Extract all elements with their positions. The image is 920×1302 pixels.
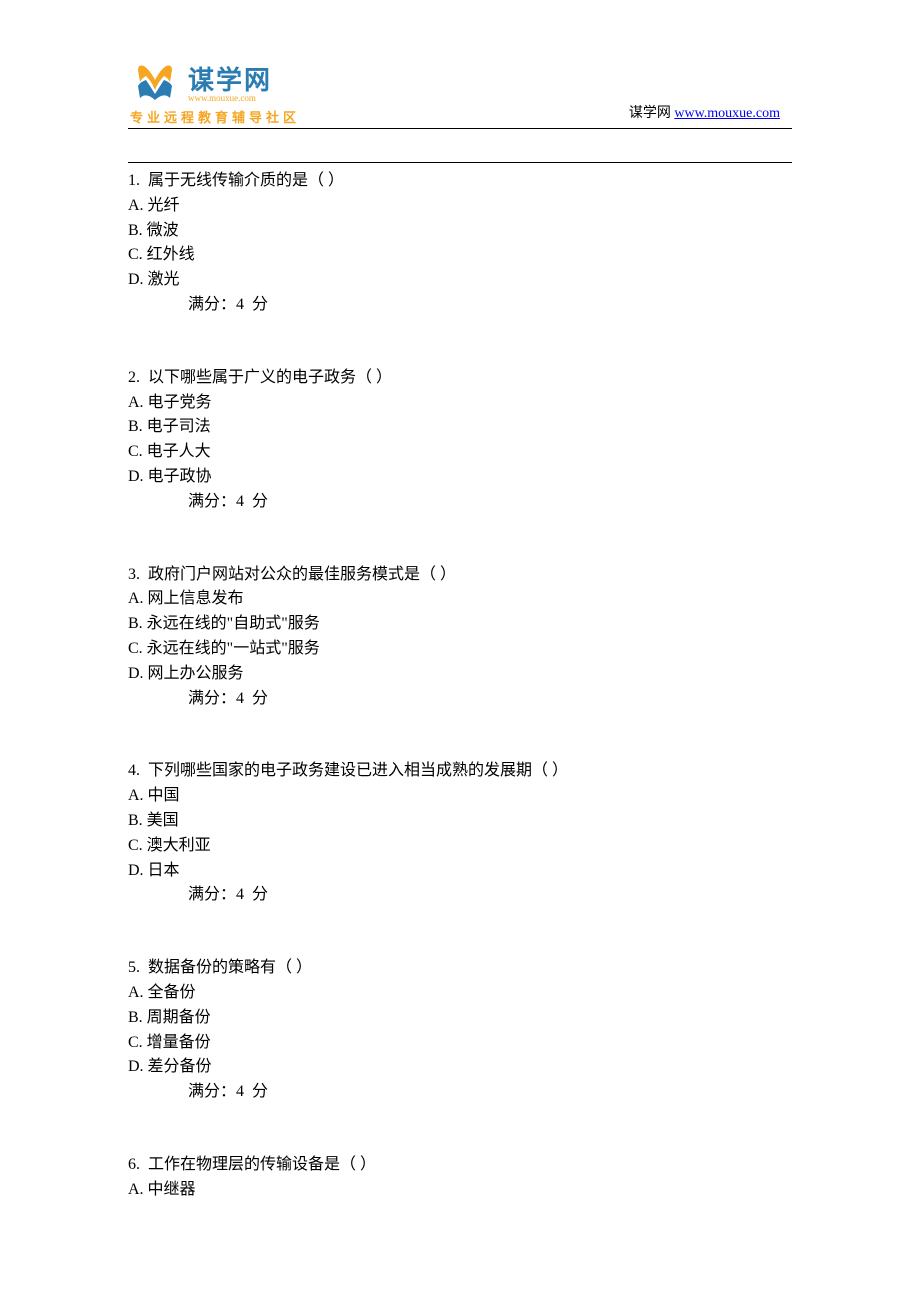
option-line: A. 全备份: [128, 981, 792, 1006]
content-area: 1. 属于无线传输介质的是（ ）A. 光纤B. 微波C. 红外线D. 激光满分：…: [128, 162, 792, 1203]
score-line: 满分：4 分: [128, 293, 792, 318]
score-line: 满分：4 分: [128, 883, 792, 908]
question-text: 1. 属于无线传输介质的是（ ）: [128, 169, 792, 194]
header-divider: [128, 128, 792, 129]
option-line: C. 红外线: [128, 243, 792, 268]
option-line: C. 澳大利亚: [128, 834, 792, 859]
option-line: A. 中继器: [128, 1178, 792, 1203]
option-line: A. 光纤: [128, 194, 792, 219]
question-block: 1. 属于无线传输介质的是（ ）A. 光纤B. 微波C. 红外线D. 激光满分：…: [128, 169, 792, 318]
header-right: 谋学网 www.mouxue.com: [629, 102, 780, 122]
logo-icon: [130, 62, 180, 102]
logo-chinese: 谋学网: [188, 60, 272, 97]
question-text: 3. 政府门户网站对公众的最佳服务模式是（ ）: [128, 563, 792, 588]
logo-subtitle: 专业远程教育辅导社区: [130, 107, 300, 126]
question-text: 4. 下列哪些国家的电子政务建设已进入相当成熟的发展期（ ）: [128, 759, 792, 784]
option-line: B. 微波: [128, 219, 792, 244]
option-line: D. 日本: [128, 859, 792, 884]
option-line: C. 增量备份: [128, 1031, 792, 1056]
option-line: A. 中国: [128, 784, 792, 809]
option-line: C. 永远在线的"一站式"服务: [128, 637, 792, 662]
option-line: D. 激光: [128, 268, 792, 293]
content-top-line: [128, 162, 792, 163]
option-line: D. 差分备份: [128, 1055, 792, 1080]
score-line: 满分：4 分: [128, 1080, 792, 1105]
option-line: B. 永远在线的"自助式"服务: [128, 612, 792, 637]
option-line: A. 网上信息发布: [128, 587, 792, 612]
question-block: 2. 以下哪些属于广义的电子政务（ ）A. 电子党务B. 电子司法C. 电子人大…: [128, 366, 792, 515]
questions-container: 1. 属于无线传输介质的是（ ）A. 光纤B. 微波C. 红外线D. 激光满分：…: [128, 169, 792, 1203]
question-text: 5. 数据备份的策略有（ ）: [128, 956, 792, 981]
option-line: B. 电子司法: [128, 415, 792, 440]
logo-text-block: 谋学网 www.mouxue.com: [188, 60, 272, 103]
option-line: D. 网上办公服务: [128, 662, 792, 687]
logo: 谋学网 www.mouxue.com: [130, 60, 300, 103]
header-site-name: 谋学网: [629, 106, 671, 121]
score-line: 满分：4 分: [128, 490, 792, 515]
question-block: 6. 工作在物理层的传输设备是（ ）A. 中继器: [128, 1153, 792, 1203]
score-line: 满分：4 分: [128, 687, 792, 712]
question-block: 4. 下列哪些国家的电子政务建设已进入相当成熟的发展期（ ）A. 中国B. 美国…: [128, 759, 792, 908]
question-block: 5. 数据备份的策略有（ ）A. 全备份B. 周期备份C. 增量备份D. 差分备…: [128, 956, 792, 1105]
option-line: B. 美国: [128, 809, 792, 834]
question-text: 2. 以下哪些属于广义的电子政务（ ）: [128, 366, 792, 391]
page-header: 谋学网 www.mouxue.com 专业远程教育辅导社区 谋学网 www.mo…: [130, 60, 790, 130]
question-text: 6. 工作在物理层的传输设备是（ ）: [128, 1153, 792, 1178]
question-block: 3. 政府门户网站对公众的最佳服务模式是（ ）A. 网上信息发布B. 永远在线的…: [128, 563, 792, 712]
logo-area: 谋学网 www.mouxue.com 专业远程教育辅导社区: [130, 60, 300, 126]
option-line: C. 电子人大: [128, 440, 792, 465]
option-line: B. 周期备份: [128, 1006, 792, 1031]
option-line: D. 电子政协: [128, 465, 792, 490]
header-site-link[interactable]: www.mouxue.com: [674, 106, 780, 121]
option-line: A. 电子党务: [128, 391, 792, 416]
